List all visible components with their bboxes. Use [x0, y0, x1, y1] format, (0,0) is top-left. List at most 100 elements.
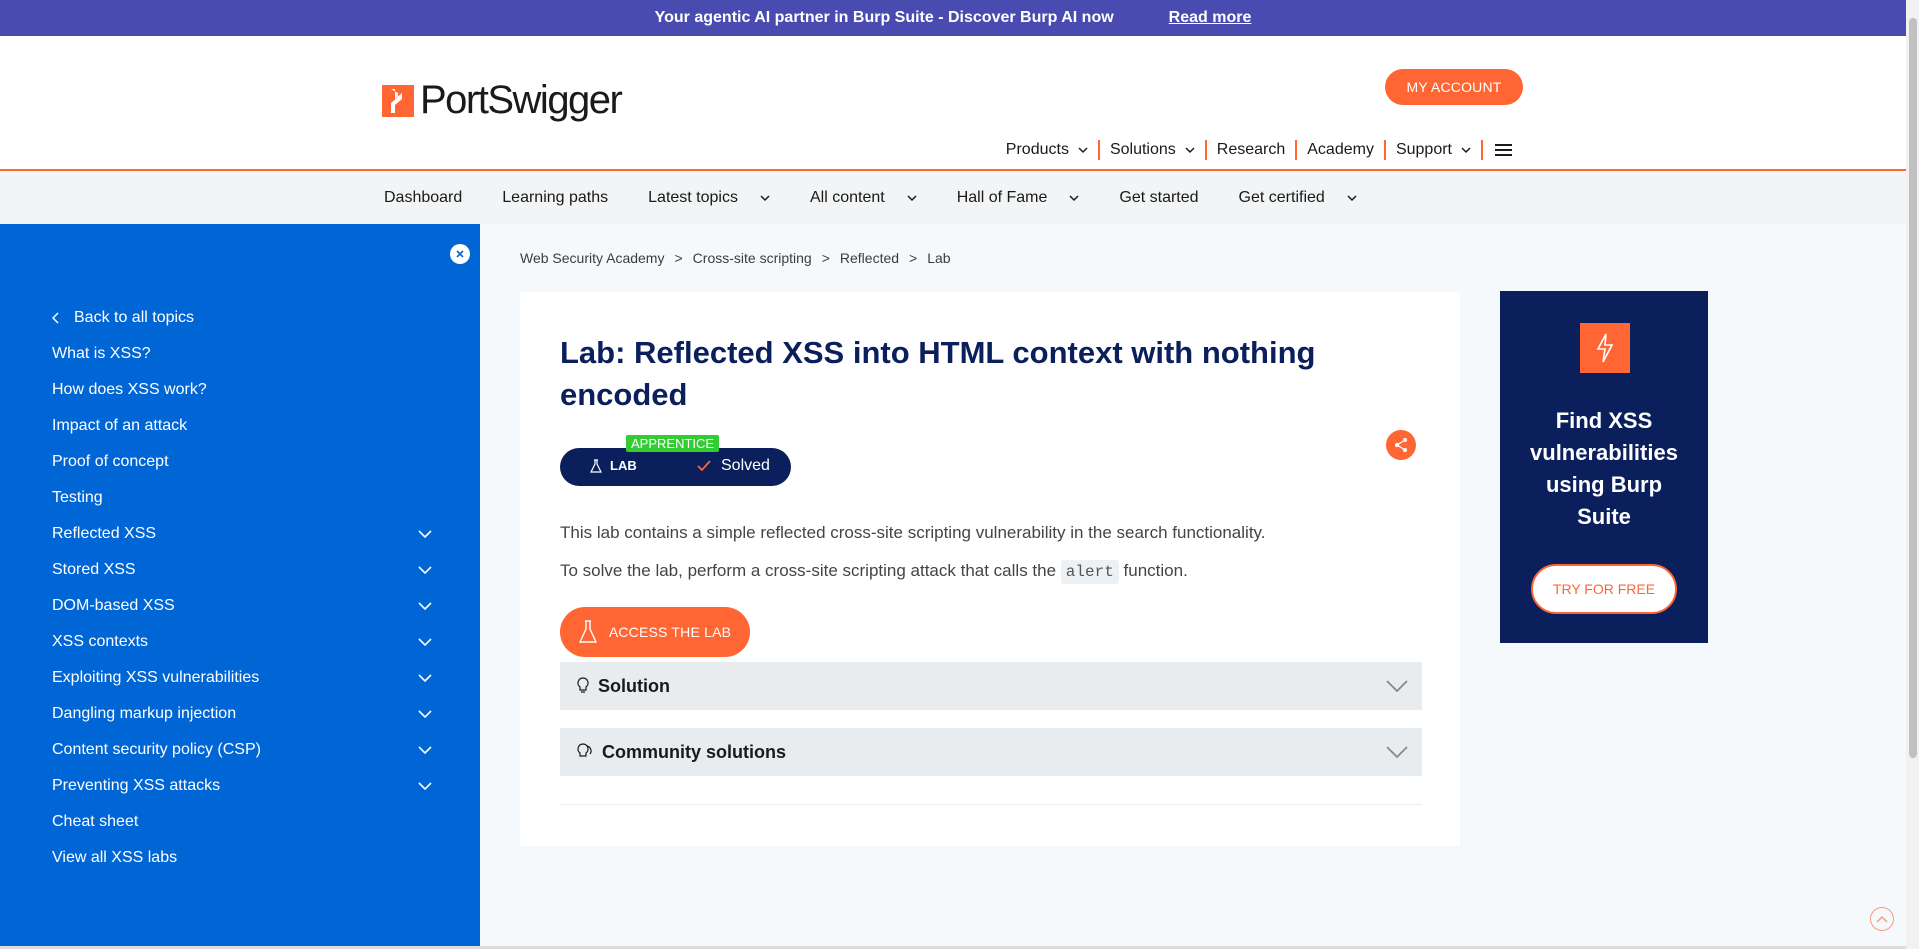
- sidebar-item[interactable]: Content security policy (CSP): [52, 732, 432, 768]
- sidebar-item[interactable]: DOM-based XSS: [52, 588, 432, 624]
- level-badge: APPRENTICE: [626, 435, 720, 452]
- chevron-down-icon[interactable]: [418, 638, 432, 646]
- sidebar-item[interactable]: Exploiting XSS vulnerabilities: [52, 660, 432, 696]
- sidebar-item-label: Stored XSS: [52, 561, 136, 578]
- promo-text: Find XSS vulnerabilities using Burp Suit…: [1530, 408, 1678, 529]
- sidebar-item-label: Testing: [52, 489, 103, 506]
- nav-support[interactable]: Support: [1386, 141, 1481, 159]
- nav-research[interactable]: Research: [1207, 141, 1295, 159]
- subnav-hall-of-fame[interactable]: Hall of Fame: [957, 189, 1080, 207]
- lab-description-line-2: To solve the lab, perform a cross-site s…: [560, 552, 1420, 591]
- nav-support-label: Support: [1395, 141, 1452, 158]
- portswigger-logo[interactable]: PortSwigger: [382, 78, 623, 123]
- flask-icon: [590, 458, 602, 473]
- breadcrumb-lab[interactable]: Lab: [927, 250, 950, 266]
- card-divider: [560, 804, 1422, 805]
- access-lab-button[interactable]: ACCESS THE LAB: [560, 607, 750, 657]
- subnav-all-content-label: All content: [809, 188, 885, 206]
- burp-suite-icon: [1580, 323, 1630, 373]
- chevron-down-icon[interactable]: [418, 746, 432, 754]
- sidebar-item[interactable]: Reflected XSS: [52, 516, 432, 552]
- sidebar-item-label: What is XSS?: [52, 345, 151, 362]
- chevron-down-icon[interactable]: [418, 602, 432, 610]
- chevron-down-icon[interactable]: [418, 782, 432, 790]
- subnav-get-certified[interactable]: Get certified: [1239, 189, 1357, 207]
- site-header: PortSwigger MY ACCOUNT Products Solution…: [0, 36, 1906, 171]
- nav-solutions[interactable]: Solutions: [1100, 141, 1205, 159]
- chevron-down-icon: [1185, 147, 1195, 154]
- subnav-get-started[interactable]: Get started: [1119, 189, 1198, 207]
- hamburger-menu-icon[interactable]: [1483, 144, 1524, 156]
- chevron-down-icon[interactable]: [418, 566, 432, 574]
- subnav-dashboard-label: Dashboard: [384, 188, 463, 206]
- banner-read-more-link[interactable]: Read more: [1169, 9, 1252, 27]
- chevron-down-icon: [1078, 147, 1088, 154]
- breadcrumb-reflected[interactable]: Reflected: [840, 250, 899, 266]
- subnav-learning-paths[interactable]: Learning paths: [502, 189, 608, 207]
- subnav-get-certified-label: Get certified: [1238, 188, 1325, 206]
- subnav-learning-paths-label: Learning paths: [502, 188, 609, 206]
- sidebar-item-label: View all XSS labs: [52, 849, 178, 866]
- portswigger-logo-icon: [382, 84, 414, 117]
- top-nav: Products Solutions Research Academy Supp…: [996, 140, 1524, 160]
- nav-solutions-label: Solutions: [1109, 141, 1176, 158]
- nav-products-label: Products: [1005, 141, 1069, 158]
- lab-status-badge: APPRENTICE LAB Solved: [560, 435, 791, 486]
- flask-icon: [578, 620, 597, 643]
- sidebar-item-label: Impact of an attack: [52, 417, 188, 434]
- alert-code: alert: [1060, 560, 1119, 584]
- sidebar-item[interactable]: How does XSS work?: [52, 372, 432, 408]
- chevron-down-icon[interactable]: [418, 710, 432, 718]
- subnav-dashboard[interactable]: Dashboard: [384, 189, 462, 207]
- scroll-to-top-icon[interactable]: [1870, 907, 1894, 931]
- solution-accordion[interactable]: Solution: [560, 662, 1422, 710]
- sidebar-back-label: Back to all topics: [74, 309, 195, 326]
- sidebar-item[interactable]: Dangling markup injection: [52, 696, 432, 732]
- sidebar-item-label: How does XSS work?: [52, 381, 207, 398]
- sidebar-back-link[interactable]: Back to all topics: [52, 300, 432, 336]
- breadcrumb-academy[interactable]: Web Security Academy: [520, 250, 664, 266]
- chevron-down-icon: [760, 194, 770, 201]
- solution-label: Solution: [598, 675, 670, 696]
- sidebar-item[interactable]: Cheat sheet: [52, 804, 432, 840]
- sidebar-item[interactable]: Testing: [52, 480, 432, 516]
- my-account-button[interactable]: MY ACCOUNT: [1385, 69, 1523, 105]
- community-solutions-accordion[interactable]: Community solutions: [560, 728, 1422, 776]
- burp-promo-panel: Find XSS vulnerabilities using Burp Suit…: [1500, 291, 1708, 643]
- sidebar-item-label: DOM-based XSS: [52, 597, 175, 614]
- scrollbar-thumb[interactable]: [1909, 18, 1917, 758]
- try-for-free-button[interactable]: TRY FOR FREE: [1531, 564, 1677, 614]
- sidebar-item[interactable]: Preventing XSS attacks: [52, 768, 432, 804]
- nav-products[interactable]: Products: [996, 141, 1098, 159]
- sidebar-item-label: Dangling markup injection: [52, 705, 237, 722]
- sidebar-item[interactable]: XSS contexts: [52, 624, 432, 660]
- sidebar-item-label: Content security policy (CSP): [52, 741, 261, 758]
- subnav-all-content[interactable]: All content: [810, 189, 917, 207]
- nav-research-label: Research: [1216, 141, 1286, 158]
- share-icon[interactable]: [1386, 430, 1416, 460]
- sidebar-item[interactable]: Proof of concept: [52, 444, 432, 480]
- chevron-down-icon[interactable]: [418, 674, 432, 682]
- check-icon: [697, 460, 711, 472]
- close-icon[interactable]: [450, 244, 470, 264]
- breadcrumb-xss[interactable]: Cross-site scripting: [693, 250, 812, 266]
- sidebar-item[interactable]: Stored XSS: [52, 552, 432, 588]
- sidebar-item[interactable]: View all XSS labs: [52, 840, 432, 876]
- logo-text: PortSwigger: [420, 78, 623, 122]
- breadcrumb-separator: >: [821, 250, 830, 266]
- sidebar-item[interactable]: Impact of an attack: [52, 408, 432, 444]
- promo-banner: Your agentic AI partner in Burp Suite - …: [0, 0, 1906, 36]
- nav-academy[interactable]: Academy: [1297, 141, 1384, 159]
- breadcrumb-separator: >: [909, 250, 918, 266]
- sidebar-item[interactable]: What is XSS?: [52, 336, 432, 372]
- desc-text-post: function.: [1123, 561, 1188, 580]
- community-solutions-label: Community solutions: [602, 741, 786, 762]
- desc-text-pre: To solve the lab, perform a cross-site s…: [560, 561, 1057, 580]
- community-lightbulb-icon: [577, 743, 592, 757]
- chevron-down-icon[interactable]: [418, 530, 432, 538]
- lab-label: LAB: [610, 458, 637, 473]
- page-scrollbar[interactable]: [1906, 0, 1919, 949]
- chevron-down-icon: [1347, 194, 1357, 201]
- subnav-latest-topics[interactable]: Latest topics: [648, 189, 770, 207]
- chevron-left-icon: [52, 312, 59, 324]
